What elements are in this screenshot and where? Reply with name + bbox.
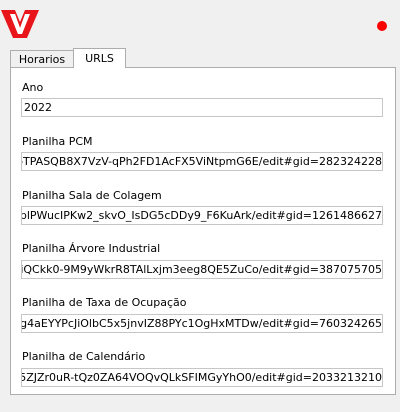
ano-input[interactable]: 2022 xyxy=(21,98,383,117)
planilha-pcm-value: oYjg7ebTPASQB8X7VzV-qPh2FD1AcFX5ViNtpmG6… xyxy=(22,155,382,168)
app-logo xyxy=(1,10,39,38)
field-label-pcm: Planilha PCM xyxy=(22,135,93,148)
tab-horarios[interactable]: Horarios xyxy=(10,50,74,68)
planilha-sala-colagem-input[interactable]: fgKK8blPWucIPKw2_skvO_IsDG5cDDy9_F6KuArk… xyxy=(21,206,383,225)
field-label-arvore-industrial: Planilha Árvore Industrial xyxy=(22,242,161,255)
ano-value: 2022 xyxy=(24,101,52,114)
tab-urls[interactable]: URLS xyxy=(73,48,126,68)
field-label-ano: Ano xyxy=(22,81,44,94)
status-indicator xyxy=(377,21,387,31)
field-label-calendario: Planilha de Calendário xyxy=(22,350,146,363)
window-bottom xyxy=(0,402,400,412)
planilha-calendario-value: lb2qZj5ZJZr0uR-tQz0ZA64VOQvQLkSFIMGyYhO0… xyxy=(21,371,382,384)
planilha-arvore-industrial-value: sy-e7ZtiQCkk0-9M9yWkrR8TAlLxjm3eeg8QE5Zu… xyxy=(21,263,382,276)
field-label-sala-colagem: Planilha Sala de Colagem xyxy=(22,189,162,202)
planilha-calendario-input[interactable]: lb2qZj5ZJZr0uR-tQz0ZA64VOQvQLkSFIMGyYhO0… xyxy=(21,368,383,387)
field-label-taxa-ocupacao: Planilha de Taxa de Ocupação xyxy=(22,296,187,309)
planilha-taxa-ocupacao-input[interactable]: nT0-p0g4aEYYPcJiOlbC5x5jnvIZ88PYc1OgHxMT… xyxy=(21,314,383,333)
urls-panel: Ano 2022 Planilha PCM oYjg7ebTPASQB8X7Vz… xyxy=(10,67,396,395)
planilha-sala-colagem-value: fgKK8blPWucIPKw2_skvO_IsDG5cDDy9_F6KuArk… xyxy=(21,209,382,222)
planilha-arvore-industrial-input[interactable]: sy-e7ZtiQCkk0-9M9yWkrR8TAlLxjm3eeg8QE5Zu… xyxy=(21,260,383,279)
planilha-pcm-input[interactable]: oYjg7ebTPASQB8X7VzV-qPh2FD1AcFX5ViNtpmG6… xyxy=(21,152,383,171)
planilha-taxa-ocupacao-value: nT0-p0g4aEYYPcJiOlbC5x5jnvIZ88PYc1OgHxMT… xyxy=(21,317,382,330)
